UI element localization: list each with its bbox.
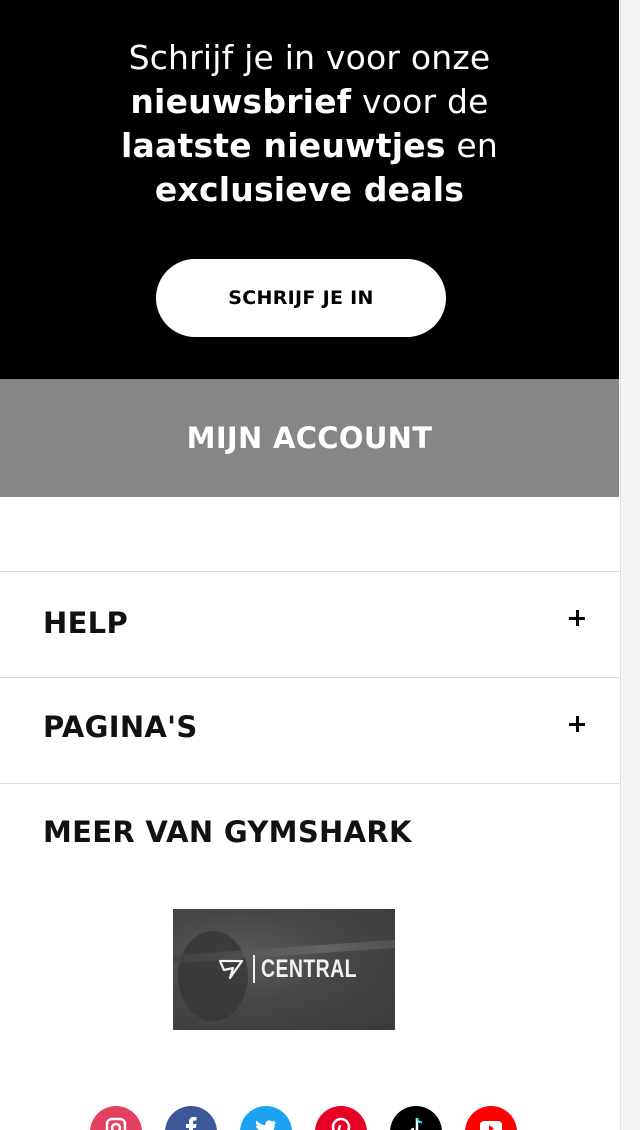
subscribe-button[interactable]: SCHRIJF JE IN [156, 259, 446, 337]
plus-icon[interactable] [569, 716, 585, 732]
page: Schrijf je in voor onze nieuwsbrief voor… [0, 0, 640, 1130]
footer-content: Schrijf je in voor onze nieuwsbrief voor… [0, 0, 619, 1130]
newsletter-text: Schrijf je in voor onze nieuwsbrief voor… [0, 36, 619, 212]
newsletter-bold-exclusieve-deals: exclusieve deals [154, 170, 465, 209]
social-icons-row [90, 1106, 530, 1130]
my-account-button[interactable]: MIJN ACCOUNT [0, 379, 619, 497]
newsletter-line-1: Schrijf je in voor onze [128, 38, 491, 77]
gymshark-logo-icon [218, 959, 244, 980]
instagram-icon[interactable] [90, 1106, 142, 1130]
plus-icon[interactable] [569, 610, 585, 626]
newsletter-line-2: nieuwsbrief voor de [0, 80, 619, 124]
accordion-paginas[interactable]: PAGINA'S [0, 678, 619, 782]
facebook-icon[interactable] [165, 1106, 217, 1130]
scrollbar[interactable] [620, 0, 640, 1130]
newsletter-line-4: exclusieve deals [0, 168, 619, 212]
gymshark-central-banner[interactable]: CENTRAL [173, 909, 395, 1030]
tiktok-icon[interactable] [390, 1106, 442, 1130]
newsletter-line-2-rest: voor de [351, 82, 489, 121]
youtube-icon[interactable] [465, 1106, 517, 1130]
newsletter-line-3: laatste nieuwtjes en [0, 124, 619, 168]
accordion-paginas-label: PAGINA'S [43, 710, 198, 744]
divider [0, 783, 619, 784]
newsletter-bold-laatste-nieuwtjes: laatste nieuwtjes [121, 126, 446, 165]
pinterest-icon[interactable] [315, 1106, 367, 1130]
banner-central-text: CENTRAL [261, 955, 357, 983]
newsletter-line-3-rest: en [445, 126, 498, 165]
banner-separator [253, 955, 255, 983]
accordion-help-label: HELP [43, 606, 129, 640]
twitter-icon[interactable] [240, 1106, 292, 1130]
accordion-help[interactable]: HELP [0, 572, 619, 676]
newsletter-section: Schrijf je in voor onze nieuwsbrief voor… [0, 0, 619, 379]
more-from-gymshark-title: MEER VAN GYMSHARK [43, 815, 412, 849]
newsletter-bold-nieuwsbrief: nieuwsbrief [130, 82, 352, 121]
